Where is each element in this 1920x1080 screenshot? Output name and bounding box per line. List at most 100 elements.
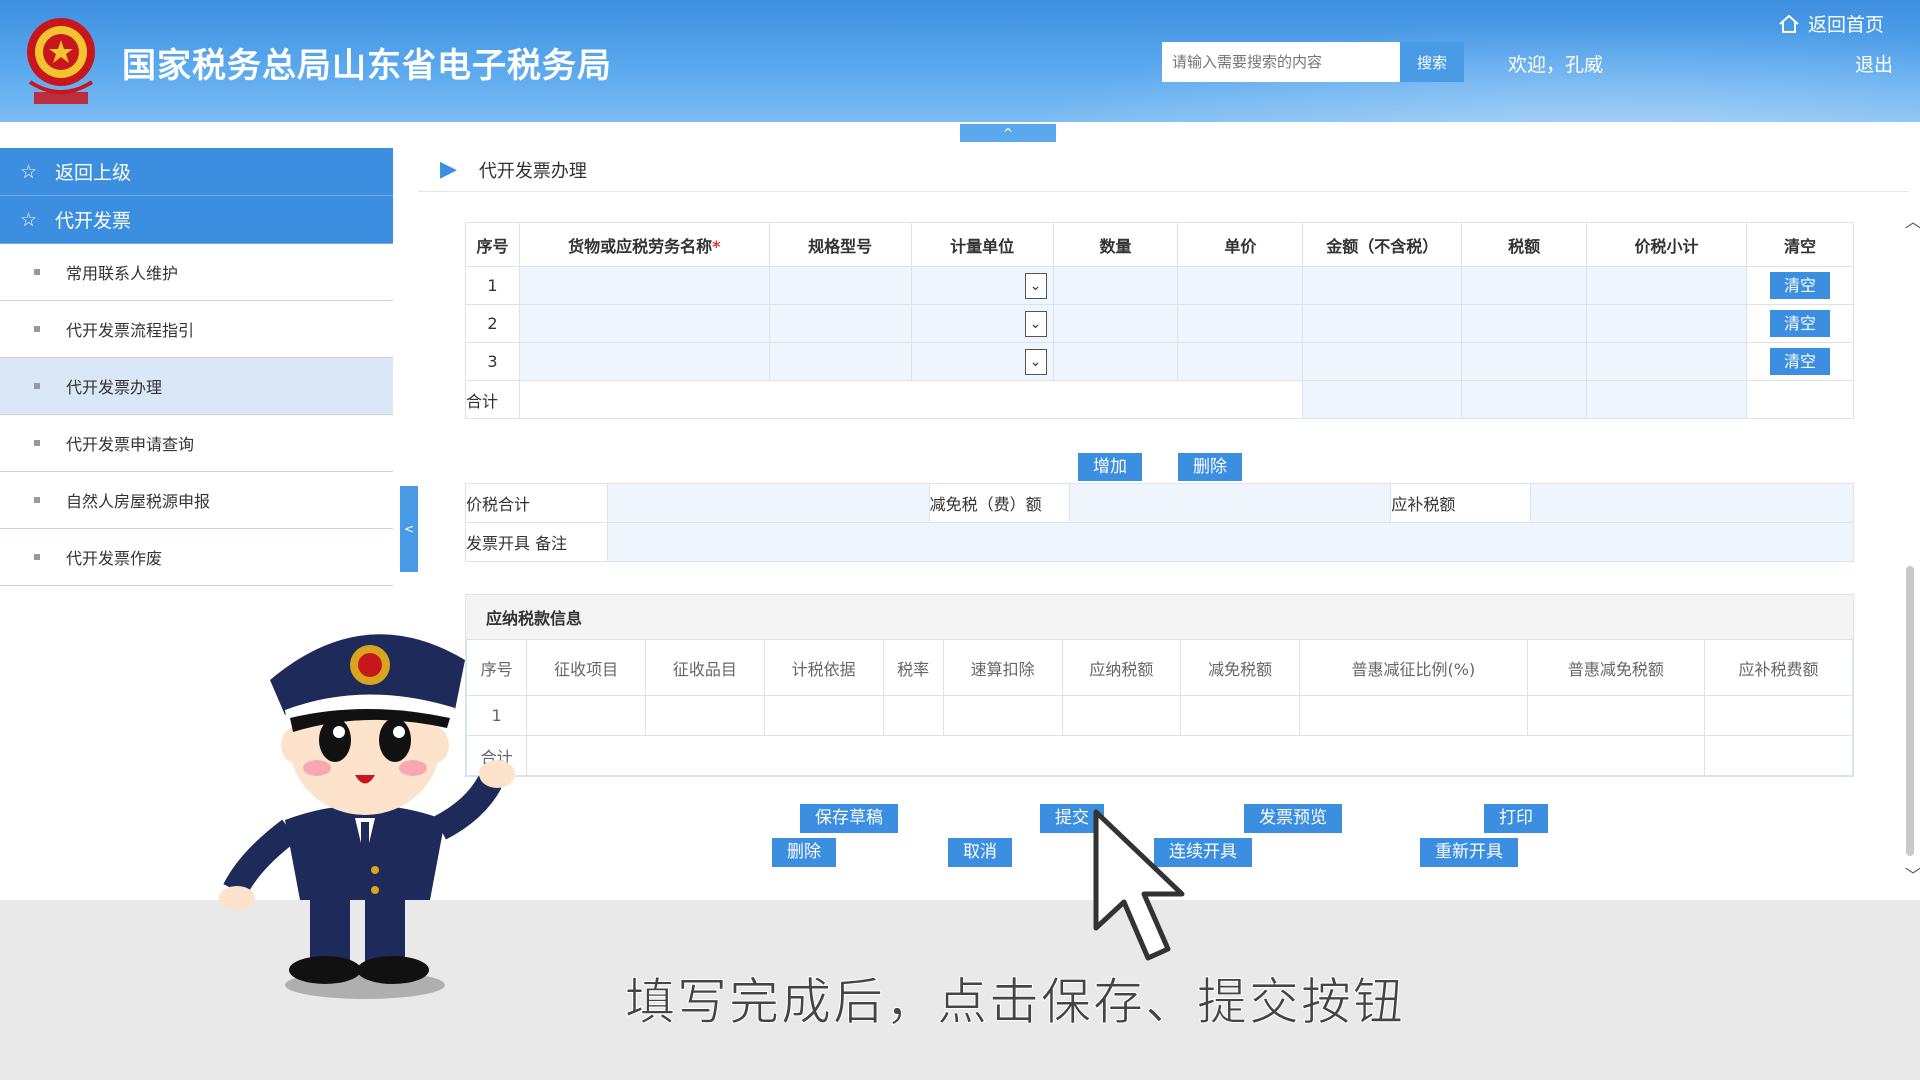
- clear-cell: 清空: [1745, 304, 1855, 343]
- bullet-icon: [34, 269, 40, 275]
- home-link[interactable]: 返回首页: [1778, 10, 1884, 37]
- sidebar-item-house-tax[interactable]: 自然人房屋税源申报: [0, 472, 393, 529]
- star-icon: ☆: [20, 208, 38, 231]
- col-header: 普惠减免税额: [1526, 639, 1705, 696]
- tax-info-title: 应纳税款信息: [466, 595, 1853, 639]
- amount-field[interactable]: [1302, 266, 1463, 305]
- spec-field[interactable]: [768, 266, 912, 305]
- col-header-label: 货物或应税劳务名称: [568, 236, 713, 256]
- quantity-field[interactable]: [1052, 342, 1179, 381]
- header-bar: 国家税务总局山东省电子税务局 搜索 欢迎，孔威 返回首页 退出: [0, 0, 1920, 122]
- unit-select[interactable]: ⌄: [910, 266, 1054, 305]
- col-header: 征收品目: [645, 639, 765, 696]
- sidebar-item-contacts[interactable]: 常用联系人维护: [0, 244, 393, 301]
- amount-field[interactable]: [1302, 304, 1463, 343]
- clear-row-button[interactable]: 清空: [1769, 272, 1830, 299]
- sidebar-item-handle[interactable]: 代开发票办理: [0, 358, 393, 415]
- reissue-button[interactable]: 重新开具: [1420, 838, 1518, 867]
- print-button[interactable]: 打印: [1484, 804, 1548, 833]
- price-field[interactable]: [1177, 266, 1304, 305]
- tax-cell: [1180, 695, 1300, 736]
- tax-field[interactable]: [1461, 342, 1588, 381]
- scroll-up-icon[interactable]: ︿: [1905, 208, 1920, 232]
- quantity-field[interactable]: [1052, 266, 1179, 305]
- clear-cell: 清空: [1745, 342, 1855, 381]
- sidebar-item-guide[interactable]: 代开发票流程指引: [0, 301, 393, 358]
- tax-cell: [645, 695, 765, 736]
- sidebar-item-label: 代开发票流程指引: [66, 321, 195, 340]
- supplement-tax-label: 应补税额: [1390, 483, 1532, 523]
- bullet-icon: [34, 497, 40, 503]
- tax-info-table: 序号 征收项目 征收品目 计税依据 税率 速算扣除 应纳税额 减免税额 普惠减征…: [465, 639, 1854, 776]
- table-row: 2 ⌄ 清空: [465, 304, 1855, 343]
- exempt-tax-field: [1068, 483, 1392, 523]
- spec-field[interactable]: [768, 342, 912, 381]
- amount-field[interactable]: [1302, 342, 1463, 381]
- total-subtotal: [1586, 380, 1747, 419]
- total-amount: [1302, 380, 1463, 419]
- summary-row: 价税合计 减免税（费）额 应补税额: [465, 483, 1854, 523]
- star-icon: ☆: [20, 160, 38, 183]
- col-header: 计量单位: [910, 222, 1054, 267]
- quantity-field[interactable]: [1052, 304, 1179, 343]
- goods-table-header: 序号 货物或应税劳务名称* 规格型号 计量单位 数量 单价 金额（不含税） 税额…: [465, 222, 1855, 267]
- col-header: 数量: [1052, 222, 1179, 267]
- col-header: 普惠减征比例(%): [1299, 639, 1528, 696]
- total-blank: [526, 735, 1705, 776]
- cancel-button[interactable]: 取消: [948, 838, 1012, 867]
- required-mark: *: [712, 236, 721, 256]
- sidebar-section-invoice[interactable]: ☆ 代开发票: [0, 196, 393, 244]
- remark-input[interactable]: [606, 522, 1855, 562]
- table-row: 1: [465, 695, 1854, 736]
- subtotal-field[interactable]: [1586, 342, 1747, 381]
- delete-row-button[interactable]: 删除: [1178, 453, 1242, 481]
- col-header: 计税依据: [763, 639, 884, 696]
- scroll-down-icon[interactable]: ﹀: [1905, 862, 1920, 886]
- chevron-down-icon[interactable]: ⌄: [1024, 348, 1047, 375]
- goods-name-field[interactable]: [518, 266, 770, 305]
- row-index: 1: [465, 266, 520, 305]
- tax-cell: [1526, 695, 1705, 736]
- price-field[interactable]: [1177, 304, 1304, 343]
- logout-link[interactable]: 退出: [1855, 50, 1893, 77]
- bullet-icon: [34, 326, 40, 332]
- unit-select[interactable]: ⌄: [910, 304, 1054, 343]
- chevron-down-icon[interactable]: ⌄: [1024, 310, 1047, 337]
- save-draft-button[interactable]: 保存草稿: [800, 804, 898, 833]
- tax-field[interactable]: [1461, 266, 1588, 305]
- chevron-down-icon[interactable]: ⌄: [1024, 272, 1047, 299]
- col-header: 税额: [1461, 222, 1588, 267]
- price-field[interactable]: [1177, 342, 1304, 381]
- collapse-header-button[interactable]: ^: [960, 124, 1056, 142]
- sidebar-back[interactable]: ☆ 返回上级: [0, 148, 393, 196]
- sidebar-item-label: 常用联系人维护: [66, 264, 179, 283]
- search-button[interactable]: 搜索: [1400, 42, 1464, 82]
- delete-button[interactable]: 删除: [772, 838, 836, 867]
- subtotal-field[interactable]: [1586, 266, 1747, 305]
- total-clear-blank: [1745, 380, 1855, 419]
- clear-row-button[interactable]: 清空: [1769, 310, 1830, 337]
- add-row-button[interactable]: 增加: [1078, 453, 1142, 481]
- total-row: 合计: [465, 735, 1854, 776]
- supplement-tax-field: [1530, 483, 1854, 523]
- total-row: 合计: [465, 380, 1855, 419]
- unit-select[interactable]: ⌄: [910, 342, 1054, 381]
- tax-cell: [526, 695, 647, 736]
- page-title: 代开发票办理: [478, 160, 587, 182]
- col-header: 减免税额: [1180, 639, 1300, 696]
- preview-button[interactable]: 发票预览: [1244, 804, 1342, 833]
- site-title: 国家税务总局山东省电子税务局: [122, 46, 612, 86]
- sidebar-item-query[interactable]: 代开发票申请查询: [0, 415, 393, 472]
- col-header: 清空: [1745, 222, 1855, 267]
- scrollbar-thumb[interactable]: [1906, 566, 1914, 856]
- spec-field[interactable]: [768, 304, 912, 343]
- row-index: 3: [465, 342, 520, 381]
- goods-name-field[interactable]: [518, 342, 770, 381]
- sidebar-item-label: 代开发票申请查询: [66, 435, 195, 454]
- search-input[interactable]: [1162, 42, 1400, 82]
- tax-field[interactable]: [1461, 304, 1588, 343]
- goods-name-field[interactable]: [518, 304, 770, 343]
- col-header: 价税小计: [1586, 222, 1747, 267]
- subtotal-field[interactable]: [1586, 304, 1747, 343]
- clear-row-button[interactable]: 清空: [1769, 348, 1830, 375]
